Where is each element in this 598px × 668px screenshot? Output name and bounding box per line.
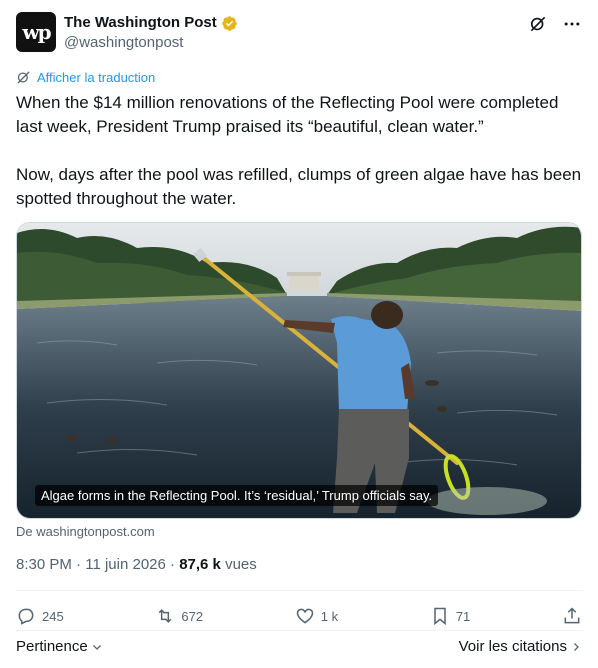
avatar[interactable]: wp <box>16 12 56 52</box>
header-actions <box>528 14 582 34</box>
quotes-label: Voir les citations <box>458 638 567 655</box>
display-name-row[interactable]: The Washington Post <box>64 13 238 33</box>
like-count: 1 k <box>320 608 339 624</box>
sort-dropdown[interactable]: Pertinence <box>16 638 103 655</box>
sort-label: Pertinence <box>16 638 88 655</box>
tweet-header: wp The Washington Post @washingtonpost <box>16 12 582 54</box>
like-button[interactable]: 1 k <box>295 606 338 626</box>
repost-icon <box>159 609 172 623</box>
reply-count: 245 <box>42 608 64 624</box>
link-source[interactable]: De washingtonpost.com <box>16 524 155 539</box>
reply-icon <box>18 608 34 625</box>
chevron-down-icon <box>92 644 101 650</box>
reply-button[interactable]: 245 <box>16 606 64 626</box>
repost-button[interactable]: 672 <box>155 606 203 626</box>
translate-link[interactable]: Afficher la traduction <box>16 70 155 85</box>
tweet-paragraph-2: Now, days after the pool was refilled, c… <box>16 165 582 208</box>
divider <box>16 630 582 631</box>
action-bar: 245 672 1 k 71 <box>16 603 582 629</box>
photo-reflecting-pool <box>17 223 581 518</box>
bookmark-icon <box>434 607 446 626</box>
share-button[interactable] <box>562 606 582 626</box>
display-name[interactable]: The Washington Post <box>64 13 217 33</box>
tweet-paragraph-1: When the $14 million renovations of the … <box>16 93 559 136</box>
replies-footer: Pertinence Voir les citations <box>16 638 582 655</box>
meta-separator: · <box>165 556 180 573</box>
share-icon <box>564 607 580 624</box>
chevron-right-icon <box>574 642 579 651</box>
photo-caption: Algae forms in the Reflecting Pool. It’s… <box>35 485 439 506</box>
tweet-photo[interactable]: Algae forms in the Reflecting Pool. It’s… <box>16 222 582 519</box>
heart-icon <box>296 608 314 624</box>
tweet-meta: 8:30 PM · 11 juin 2026 · 87,6 k vues <box>16 556 257 573</box>
bookmark-count: 71 <box>455 608 471 624</box>
tweet-text: When the $14 million renovations of the … <box>16 91 584 235</box>
view-quotes-link[interactable]: Voir les citations <box>459 638 582 655</box>
tweet-time[interactable]: 8:30 PM <box>16 556 72 573</box>
divider <box>16 590 582 591</box>
views-count: 87,6 k <box>179 556 221 573</box>
bookmark-button[interactable]: 71 <box>430 606 470 626</box>
translate-label[interactable]: Afficher la traduction <box>37 70 155 85</box>
translate-icon <box>17 71 30 84</box>
meta-separator: · <box>71 556 86 573</box>
tweet-date[interactable]: 11 juin 2026 <box>85 556 166 573</box>
verified-badge-icon <box>222 15 237 31</box>
handle[interactable]: @washingtonpost <box>64 33 238 53</box>
repost-count: 672 <box>181 608 204 624</box>
author-info: The Washington Post @washingtonpost <box>64 13 238 53</box>
grok-icon[interactable] <box>528 14 548 34</box>
views-label: vues <box>220 556 257 573</box>
more-icon[interactable] <box>562 14 582 34</box>
